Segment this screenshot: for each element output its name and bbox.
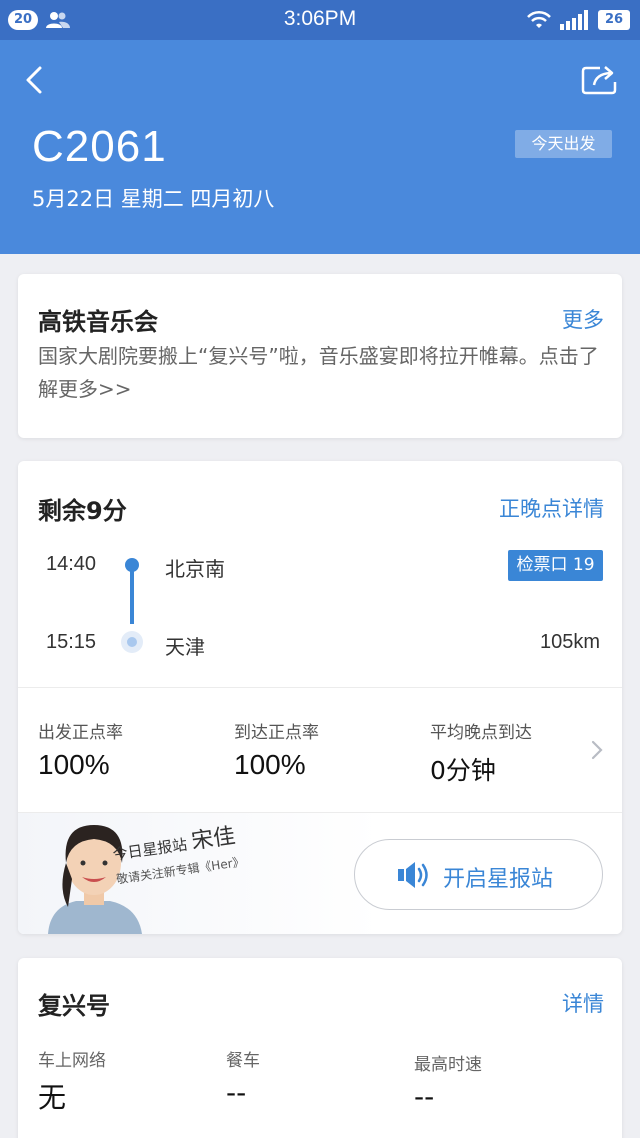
route-line	[130, 570, 134, 624]
train-info-card: 复兴号 详情 车上网络 无 餐车 -- 最高时速 --	[18, 958, 622, 1138]
train-details-link[interactable]: 详情	[562, 988, 604, 1018]
signal-icon	[560, 10, 588, 30]
train-type-title: 复兴号	[38, 992, 110, 1020]
stat-value: 0分钟	[430, 756, 496, 785]
remaining-time: 剩余9分	[38, 497, 127, 525]
status-bar: 20 3:06PM 26	[0, 0, 640, 40]
concert-card[interactable]: 高铁音乐会 更多 国家大剧院要搬上“复兴号”啦，音乐盛宴即将拉开帷幕。点击了解更…	[18, 274, 622, 438]
chevron-right-icon[interactable]	[590, 739, 604, 761]
depart-today-tag: 今天出发	[515, 130, 612, 158]
trip-distance: 105km	[539, 631, 600, 653]
stat-label: 平均晚点到达	[430, 723, 532, 743]
trip-card: 剩余9分 正晚点详情 14:40 北京南 检票口 19 15:15 天津 105…	[18, 461, 622, 934]
concert-description[interactable]: 国家大剧院要搬上“复兴号”啦，音乐盛宴即将拉开帷幕。点击了解更多>>	[38, 340, 608, 406]
wifi-icon	[527, 10, 551, 28]
info-value: --	[226, 1076, 247, 1109]
info-label: 餐车	[226, 1051, 260, 1071]
arrival-dot	[121, 631, 143, 653]
travel-date: 5月22日 星期二 四月初八	[32, 187, 275, 211]
stat-label: 出发正点率	[38, 723, 123, 743]
star-station-banner: 今日星报站 宋佳 敬请关注新专辑《Her》 开启星报站	[18, 813, 622, 934]
gate-badge: 检票口 19	[508, 550, 603, 581]
battery-icon: 26	[598, 10, 630, 30]
banner-prefix: 今日星报站	[111, 835, 189, 864]
speaker-icon	[398, 862, 428, 888]
stat-value: 100%	[234, 749, 306, 780]
departure-station: 北京南	[165, 557, 225, 581]
info-label: 最高时速	[414, 1055, 482, 1075]
info-label: 车上网络	[38, 1051, 106, 1071]
arrival-time: 15:15	[46, 631, 97, 653]
share-icon[interactable]	[580, 62, 618, 96]
stat-value: 100%	[38, 749, 110, 780]
divider	[18, 687, 622, 688]
delay-details-link[interactable]: 正晚点详情	[499, 493, 604, 523]
open-star-station-label: 开启星报站	[443, 867, 554, 892]
departure-time: 14:40	[46, 553, 97, 575]
info-value: --	[414, 1080, 435, 1113]
train-header: C2061 今天出发 5月22日 星期二 四月初八	[0, 40, 640, 254]
more-link[interactable]: 更多	[562, 304, 604, 334]
banner-name: 宋佳	[189, 823, 237, 855]
train-number: C2061	[32, 122, 167, 171]
arrival-station: 天津	[165, 635, 205, 659]
open-star-station-button[interactable]: 开启星报站	[354, 839, 603, 910]
info-value: 无	[38, 1081, 67, 1114]
stat-label: 到达正点率	[234, 723, 319, 743]
back-arrow-icon[interactable]	[18, 62, 50, 98]
concert-title: 高铁音乐会	[38, 308, 158, 336]
